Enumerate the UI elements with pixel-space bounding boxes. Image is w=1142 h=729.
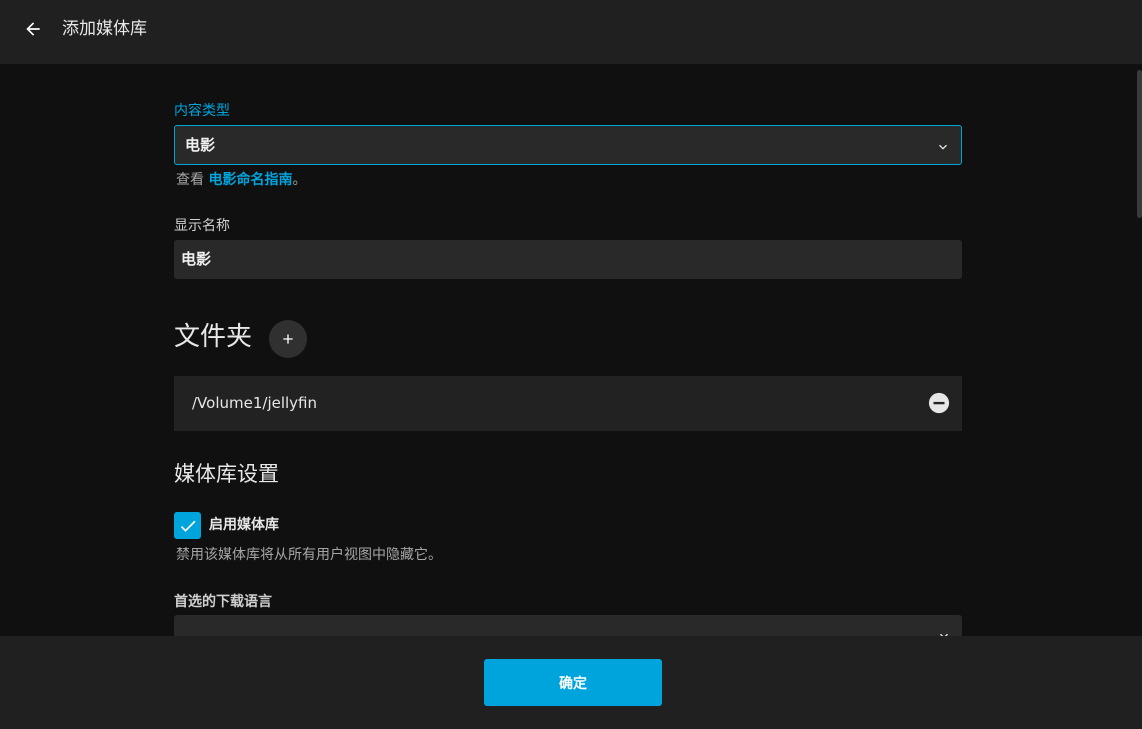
display-name-input[interactable]: 电影 [174,240,962,279]
folder-list-item[interactable]: /Volume1/jellyfin [174,376,962,431]
confirm-button[interactable]: 确定 [484,659,662,706]
content-type-select[interactable]: 电影 [174,125,962,165]
enable-library-checkbox[interactable] [174,512,201,539]
display-name-value: 电影 [181,250,212,268]
library-settings-heading: 媒体库设置 [174,462,279,486]
preferred-language-select[interactable] [174,615,962,636]
plus-icon [283,334,293,344]
chevron-down-icon [940,633,948,636]
chevron-down-icon [939,144,947,150]
enable-library-hint: 禁用该媒体库将从所有用户视图中隐藏它。 [176,547,442,563]
movie-naming-guide-link[interactable]: 电影命名指南 [208,172,292,188]
folder-path: /Volume1/jellyfin [192,394,318,412]
page-title: 添加媒体库 [62,19,147,39]
main-content: 内容类型 电影 查看 电影命名指南。 显示名称 电影 文件夹 /Volume1/… [0,64,1142,636]
enable-library-label: 启用媒体库 [209,517,279,533]
hint-suffix: 。 [292,172,307,188]
content-type-label: 内容类型 [174,103,230,119]
naming-guide-hint: 查看 电影命名指南。 [176,170,306,190]
back-button[interactable] [16,12,50,46]
add-folder-button[interactable] [269,320,307,358]
remove-circle-icon[interactable] [928,392,950,414]
arrow-left-icon [26,22,40,36]
folders-heading: 文件夹 [174,322,253,352]
preferred-language-label: 首选的下载语言 [174,594,272,610]
display-name-label: 显示名称 [174,218,230,234]
app-header: 添加媒体库 [0,0,1142,64]
form-footer: 确定 [0,636,1142,729]
hint-prefix: 查看 [176,172,209,188]
scrollbar-thumb[interactable] [1137,70,1142,218]
content-type-value: 电影 [185,136,216,154]
checkmark-icon [180,520,195,532]
